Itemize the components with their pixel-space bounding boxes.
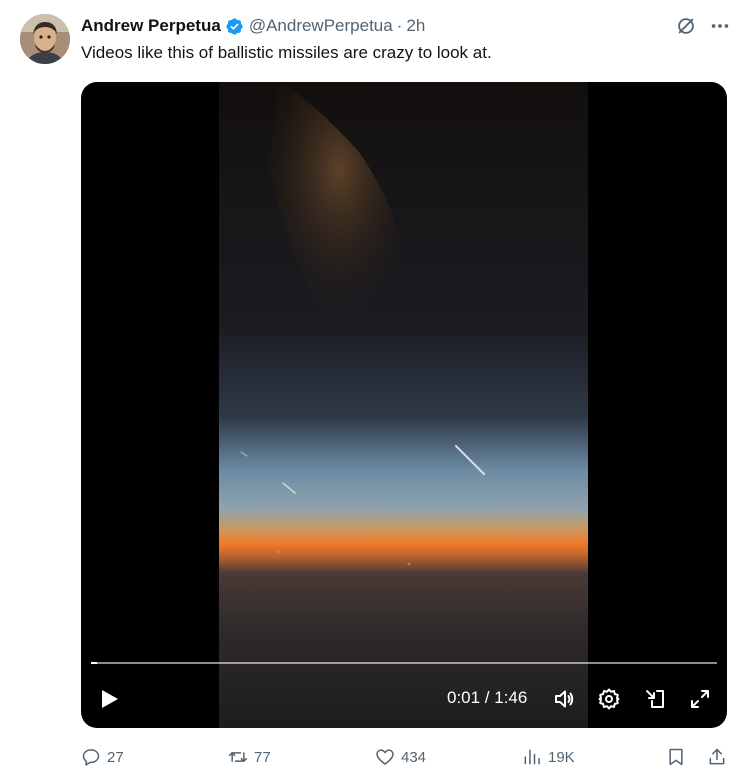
video-controls: 0:01 / 1:46: [81, 680, 727, 720]
bookmark-icon: [666, 747, 686, 767]
repost-icon: [228, 747, 248, 767]
tweet: Andrew Perpetua @AndrewPerpetua · 2h Vid…: [0, 0, 752, 776]
heart-icon: [375, 747, 395, 767]
tweet-header: Andrew Perpetua @AndrewPerpetua · 2h: [81, 15, 425, 37]
share-icon: [707, 747, 727, 767]
repost-button[interactable]: 77: [228, 744, 271, 770]
video-timecode: 0:01 / 1:46: [447, 688, 528, 707]
more-icon[interactable]: [708, 14, 732, 38]
top-actions: [674, 14, 732, 38]
reply-button[interactable]: 27: [81, 744, 124, 770]
bookmark-button[interactable]: [666, 744, 686, 770]
user-avatar-image: [20, 14, 70, 64]
reply-icon: [81, 747, 101, 767]
volume-icon[interactable]: [552, 687, 576, 711]
reply-count: 27: [107, 748, 124, 766]
share-button[interactable]: [707, 744, 727, 770]
play-icon[interactable]: [97, 687, 121, 711]
verified-badge-icon: [225, 17, 244, 36]
fullscreen-icon[interactable]: [688, 687, 712, 711]
settings-icon[interactable]: [597, 687, 621, 711]
repost-count: 77: [254, 748, 271, 766]
engagement-bar: 27 77 434 19K: [81, 744, 731, 770]
like-count: 434: [401, 748, 427, 766]
grok-icon[interactable]: [674, 14, 698, 38]
separator-dot: ·: [396, 16, 403, 35]
video-still-image: [219, 82, 588, 728]
views-button[interactable]: 19K: [522, 744, 575, 770]
author-name[interactable]: Andrew Perpetua: [81, 16, 221, 36]
timestamp[interactable]: 2h: [406, 16, 425, 36]
like-button[interactable]: 434: [375, 744, 426, 770]
author-handle[interactable]: @AndrewPerpetua: [249, 16, 393, 36]
analytics-icon: [522, 747, 542, 767]
picture-in-picture-icon[interactable]: [643, 687, 667, 711]
video-progress-bar[interactable]: [91, 662, 717, 664]
avatar[interactable]: [20, 14, 70, 64]
video-progress-fill: [91, 662, 98, 664]
video-frame[interactable]: [219, 82, 588, 728]
video-player[interactable]: 0:01 / 1:46: [81, 82, 727, 728]
tweet-text: Videos like this of ballistic missiles a…: [81, 43, 492, 62]
view-count: 19K: [548, 748, 575, 766]
